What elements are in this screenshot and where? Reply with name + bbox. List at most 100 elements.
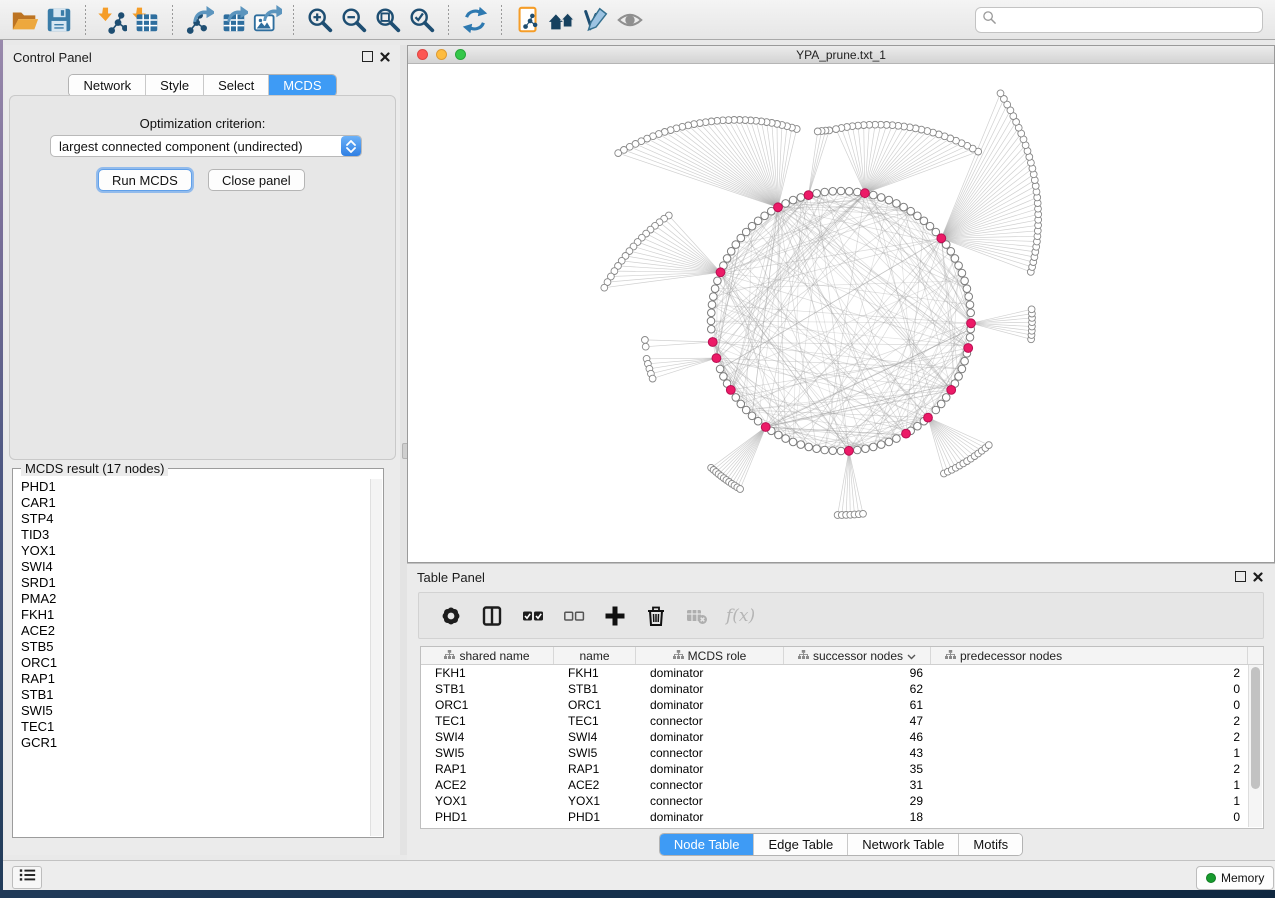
cell-name[interactable]: ORC1 — [554, 698, 636, 712]
mcds-result-node[interactable]: ORC1 — [14, 655, 371, 671]
table-tab-motifs[interactable]: Motifs — [959, 834, 1022, 855]
column-header-MCDS-role[interactable]: MCDS role — [636, 647, 784, 664]
cell-name[interactable]: TEC1 — [554, 714, 636, 728]
cell-successor_nodes[interactable]: 61 — [784, 698, 931, 712]
open-file-icon[interactable] — [8, 4, 42, 36]
cell-mcds_role[interactable]: dominator — [636, 666, 784, 680]
zoom-in-icon[interactable] — [303, 4, 337, 36]
table-row[interactable]: FKH1FKH1dominator962 — [421, 665, 1263, 681]
cell-successor_nodes[interactable]: 47 — [784, 714, 931, 728]
zoom-out-icon[interactable] — [337, 4, 371, 36]
cell-successor_nodes[interactable]: 31 — [784, 778, 931, 792]
memory-button[interactable]: Memory — [1196, 866, 1274, 890]
cell-mcds_role[interactable]: connector — [636, 746, 784, 760]
cell-predecessor_nodes[interactable]: 2 — [931, 730, 1248, 744]
cell-predecessor_nodes[interactable]: 0 — [931, 682, 1248, 696]
cell-shared_name[interactable]: FKH1 — [421, 666, 554, 680]
mcds-result-node[interactable]: CAR1 — [14, 495, 371, 511]
export-network-icon[interactable] — [182, 4, 216, 36]
mcds-result-node[interactable]: RAP1 — [14, 671, 371, 687]
vizmapper-icon[interactable] — [579, 4, 613, 36]
mcds-result-node[interactable]: ACE2 — [14, 623, 371, 639]
cell-name[interactable]: PHD1 — [554, 810, 636, 824]
cell-mcds_role[interactable]: dominator — [636, 682, 784, 696]
mcds-result-node[interactable]: STB1 — [14, 687, 371, 703]
cell-shared_name[interactable]: STB1 — [421, 682, 554, 696]
cell-name[interactable]: ACE2 — [554, 778, 636, 792]
cell-shared_name[interactable]: RAP1 — [421, 762, 554, 776]
zoom-fit-icon[interactable] — [371, 4, 405, 36]
mcds-result-node[interactable]: SWI4 — [14, 559, 371, 575]
cell-shared_name[interactable]: SWI4 — [421, 730, 554, 744]
cell-predecessor_nodes[interactable]: 2 — [931, 762, 1248, 776]
cell-predecessor_nodes[interactable]: 1 — [931, 746, 1248, 760]
table-row[interactable]: PHD1PHD1dominator180 — [421, 809, 1263, 825]
table-row[interactable]: YOX1YOX1connector291 — [421, 793, 1263, 809]
select-all-rows-icon[interactable] — [521, 604, 545, 628]
delete-column-icon[interactable] — [644, 604, 668, 628]
cell-mcds_role[interactable]: connector — [636, 794, 784, 808]
cell-shared_name[interactable]: ORC1 — [421, 698, 554, 712]
table-options-icon[interactable] — [439, 604, 463, 628]
float-table-panel-icon[interactable] — [1235, 571, 1246, 582]
mcds-result-node[interactable]: SRD1 — [14, 575, 371, 591]
cell-mcds_role[interactable]: dominator — [636, 730, 784, 744]
mcds-result-node[interactable]: SWI5 — [14, 703, 371, 719]
cell-mcds_role[interactable]: connector — [636, 714, 784, 728]
import-table-icon[interactable] — [129, 4, 163, 36]
column-visibility-icon[interactable] — [480, 604, 504, 628]
run-mcds-button[interactable]: Run MCDS — [98, 169, 192, 191]
network-canvas[interactable] — [408, 64, 1274, 562]
cell-mcds_role[interactable]: dominator — [636, 762, 784, 776]
mcds-result-scrollbar[interactable] — [370, 479, 382, 836]
mcds-result-node[interactable]: STB5 — [14, 639, 371, 655]
cell-successor_nodes[interactable]: 96 — [784, 666, 931, 680]
cell-name[interactable]: SWI5 — [554, 746, 636, 760]
mcds-result-node[interactable]: TEC1 — [14, 719, 371, 735]
search-input[interactable] — [997, 12, 1256, 28]
cell-shared_name[interactable]: YOX1 — [421, 794, 554, 808]
mcds-result-node[interactable]: PMA2 — [14, 591, 371, 607]
control-tab-select[interactable]: Select — [204, 75, 269, 96]
cell-name[interactable]: SWI4 — [554, 730, 636, 744]
import-network-icon[interactable] — [95, 4, 129, 36]
column-header-name[interactable]: name — [554, 647, 636, 664]
criterion-dropdown[interactable]: largest connected component (undirected) — [50, 135, 362, 157]
add-column-icon[interactable] — [603, 604, 627, 628]
mcds-result-node[interactable]: TID3 — [14, 527, 371, 543]
table-scrollbar-thumb[interactable] — [1251, 667, 1260, 789]
cell-successor_nodes[interactable]: 18 — [784, 810, 931, 824]
cell-successor_nodes[interactable]: 29 — [784, 794, 931, 808]
mcds-result-node[interactable]: PHD1 — [14, 479, 371, 495]
cell-shared_name[interactable]: PHD1 — [421, 810, 554, 824]
table-row[interactable]: TEC1TEC1connector472 — [421, 713, 1263, 729]
table-row[interactable]: RAP1RAP1dominator352 — [421, 761, 1263, 777]
mcds-result-node[interactable]: GCR1 — [14, 735, 371, 751]
control-tab-network[interactable]: Network — [69, 75, 146, 96]
search-box[interactable] — [975, 7, 1263, 33]
cell-name[interactable]: RAP1 — [554, 762, 636, 776]
export-image-icon[interactable] — [250, 4, 284, 36]
table-row[interactable]: SWI4SWI4dominator462 — [421, 729, 1263, 745]
mcds-result-node[interactable]: FKH1 — [14, 607, 371, 623]
control-tab-style[interactable]: Style — [146, 75, 204, 96]
mcds-result-node[interactable]: STP4 — [14, 511, 371, 527]
column-header-shared-name[interactable]: shared name — [421, 647, 554, 664]
cell-predecessor_nodes[interactable]: 2 — [931, 666, 1248, 680]
column-header-successor-nodes[interactable]: successor nodes — [784, 647, 931, 664]
close-panel-icon[interactable] — [380, 52, 390, 62]
table-tab-node-table[interactable]: Node Table — [660, 834, 755, 855]
cell-shared_name[interactable]: ACE2 — [421, 778, 554, 792]
cell-successor_nodes[interactable]: 35 — [784, 762, 931, 776]
zoom-selected-icon[interactable] — [405, 4, 439, 36]
home-icon[interactable] — [545, 4, 579, 36]
cell-predecessor_nodes[interactable]: 2 — [931, 714, 1248, 728]
cell-shared_name[interactable]: TEC1 — [421, 714, 554, 728]
table-row[interactable]: ACE2ACE2connector311 — [421, 777, 1263, 793]
table-row[interactable]: ORC1ORC1dominator610 — [421, 697, 1263, 713]
table-tab-network-table[interactable]: Network Table — [848, 834, 959, 855]
cell-successor_nodes[interactable]: 46 — [784, 730, 931, 744]
cell-shared_name[interactable]: SWI5 — [421, 746, 554, 760]
export-table-icon[interactable] — [216, 4, 250, 36]
table-scrollbar-track[interactable] — [1248, 665, 1262, 827]
